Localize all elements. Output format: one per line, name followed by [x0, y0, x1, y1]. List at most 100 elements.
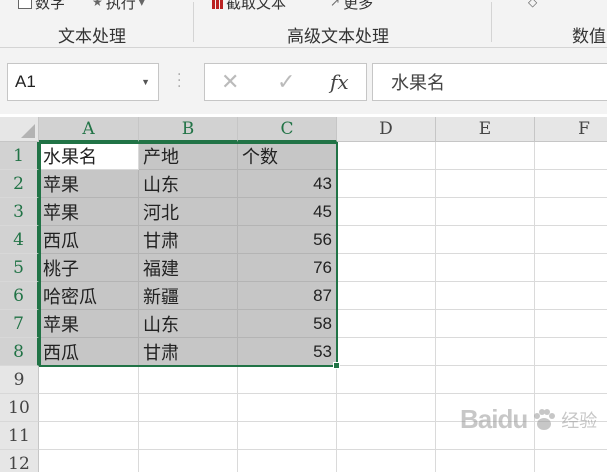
cell-c4[interactable]: 56	[238, 226, 337, 254]
cell-f1[interactable]	[535, 142, 607, 170]
cell-b2[interactable]: 山东	[139, 170, 238, 198]
chevron-down-icon[interactable]: ▼	[141, 77, 150, 87]
cell-a9[interactable]	[39, 366, 139, 394]
cancel-icon[interactable]: ✕	[221, 70, 239, 95]
ribbon-item-misc[interactable]: ◇	[528, 0, 537, 11]
enter-icon[interactable]: ✓	[277, 70, 295, 95]
cell-a7[interactable]: 苹果	[39, 310, 139, 338]
cell-c12[interactable]	[238, 450, 337, 472]
column-header-b[interactable]: B	[139, 117, 238, 142]
cell-c8[interactable]: 53	[238, 338, 337, 366]
insert-function-icon[interactable]: fx	[330, 70, 349, 94]
column-header-f[interactable]: F	[535, 117, 607, 142]
cell-f7[interactable]	[535, 310, 607, 338]
ribbon-item-execute[interactable]: ★ 执行 ▾	[92, 0, 145, 12]
cell-b8[interactable]: 甘肃	[139, 338, 238, 366]
cell-d1[interactable]	[337, 142, 436, 170]
cell-c10[interactable]	[238, 394, 337, 422]
row-header-12[interactable]: 12	[0, 450, 39, 472]
cell-c3[interactable]: 45	[238, 198, 337, 226]
row-header-6[interactable]: 6	[0, 282, 39, 310]
cell-d3[interactable]	[337, 198, 436, 226]
cell-a4[interactable]: 西瓜	[39, 226, 139, 254]
cell-e4[interactable]	[436, 226, 535, 254]
cell-d9[interactable]	[337, 366, 436, 394]
cell-d4[interactable]	[337, 226, 436, 254]
row-header-4[interactable]: 4	[0, 226, 39, 254]
row-header-1[interactable]: 1	[0, 142, 39, 170]
cell-c9[interactable]	[238, 366, 337, 394]
formula-input[interactable]: 水果名	[372, 63, 607, 101]
cell-f6[interactable]	[535, 282, 607, 310]
row-header-10[interactable]: 10	[0, 394, 39, 422]
cell-d6[interactable]	[337, 282, 436, 310]
row-header-9[interactable]: 9	[0, 366, 39, 394]
cell-f9[interactable]	[535, 366, 607, 394]
cell-e1[interactable]	[436, 142, 535, 170]
cell-d5[interactable]	[337, 254, 436, 282]
cell-e5[interactable]	[436, 254, 535, 282]
cell-b11[interactable]	[139, 422, 238, 450]
cell-b9[interactable]	[139, 366, 238, 394]
cell-a2[interactable]: 苹果	[39, 170, 139, 198]
row-header-3[interactable]: 3	[0, 198, 39, 226]
cell-f5[interactable]	[535, 254, 607, 282]
ribbon-item-extract-text[interactable]: 截取文本	[212, 0, 286, 12]
cell-b6[interactable]: 新疆	[139, 282, 238, 310]
cell-d8[interactable]	[337, 338, 436, 366]
cell-e6[interactable]	[436, 282, 535, 310]
ribbon-item-number[interactable]: 数字	[18, 0, 65, 12]
cell-b4[interactable]: 甘肃	[139, 226, 238, 254]
column-header-d[interactable]: D	[337, 117, 436, 142]
row-header-5[interactable]: 5	[0, 254, 39, 282]
fill-handle[interactable]	[333, 362, 340, 369]
cell-d12[interactable]	[337, 450, 436, 472]
name-box[interactable]: A1 ▼	[7, 63, 159, 101]
select-all-button[interactable]	[0, 117, 39, 142]
cell-a8[interactable]: 西瓜	[39, 338, 139, 366]
row-header-2[interactable]: 2	[0, 170, 39, 198]
cell-d2[interactable]	[337, 170, 436, 198]
cell-e2[interactable]	[436, 170, 535, 198]
row-header-7[interactable]: 7	[0, 310, 39, 338]
cell-c2[interactable]: 43	[238, 170, 337, 198]
row-header-11[interactable]: 11	[0, 422, 39, 450]
cell-b1[interactable]: 产地	[139, 142, 238, 170]
cell-a12[interactable]	[39, 450, 139, 472]
cell-b7[interactable]: 山东	[139, 310, 238, 338]
cell-e3[interactable]	[436, 198, 535, 226]
cell-e9[interactable]	[436, 366, 535, 394]
cell-c5[interactable]: 76	[238, 254, 337, 282]
cell-a1[interactable]: 水果名	[39, 142, 139, 170]
cell-e12[interactable]	[436, 450, 535, 472]
cell-b3[interactable]: 河北	[139, 198, 238, 226]
cell-e7[interactable]	[436, 310, 535, 338]
cell-f3[interactable]	[535, 198, 607, 226]
column-header-e[interactable]: E	[436, 117, 535, 142]
cell-c7[interactable]: 58	[238, 310, 337, 338]
cell-f12[interactable]	[535, 450, 607, 472]
cell-f4[interactable]	[535, 226, 607, 254]
cell-c6[interactable]: 87	[238, 282, 337, 310]
grip-icon[interactable]: · · ·	[177, 68, 183, 94]
cell-d7[interactable]	[337, 310, 436, 338]
cell-a6[interactable]: 哈密瓜	[39, 282, 139, 310]
cell-f2[interactable]	[535, 170, 607, 198]
cell-e8[interactable]	[436, 338, 535, 366]
cell-a11[interactable]	[39, 422, 139, 450]
cell-f8[interactable]	[535, 338, 607, 366]
row-header-8[interactable]: 8	[0, 338, 39, 366]
cell-a10[interactable]	[39, 394, 139, 422]
cell-c11[interactable]	[238, 422, 337, 450]
cell-d11[interactable]	[337, 422, 436, 450]
cell-c1[interactable]: 个数	[238, 142, 337, 170]
cell-a3[interactable]: 苹果	[39, 198, 139, 226]
cell-b12[interactable]	[139, 450, 238, 472]
column-header-c[interactable]: C	[238, 117, 337, 142]
column-header-a[interactable]: A	[39, 117, 139, 142]
cell-b10[interactable]	[139, 394, 238, 422]
cell-b5[interactable]: 福建	[139, 254, 238, 282]
ribbon-item-more[interactable]: ↗ 更多	[330, 0, 373, 12]
cell-a5[interactable]: 桃子	[39, 254, 139, 282]
cell-d10[interactable]	[337, 394, 436, 422]
